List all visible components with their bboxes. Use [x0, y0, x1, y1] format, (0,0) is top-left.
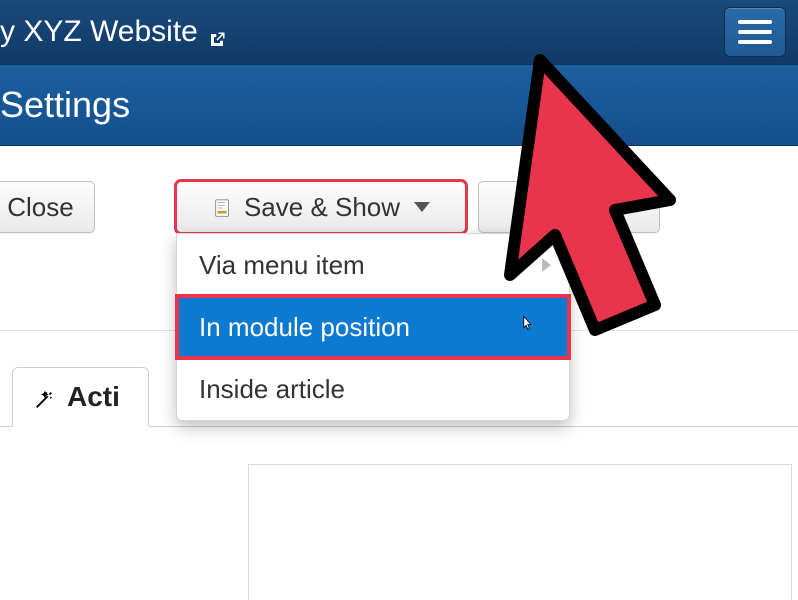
button-label: se [569, 192, 596, 223]
external-link-icon [208, 23, 226, 41]
site-title-link[interactable]: y XYZ Website [0, 15, 226, 49]
chevron-right-icon [542, 258, 551, 272]
dropdown-item-module-position[interactable]: In module position [177, 296, 569, 358]
panel-outline [248, 464, 792, 600]
caret-down-icon [414, 202, 430, 212]
cursor-pointer-icon [519, 315, 535, 340]
top-navbar: y XYZ Website [0, 0, 798, 64]
tab-label: Acti [67, 381, 120, 413]
save-and-close-button[interactable]: e & Close [0, 181, 95, 233]
save-show-dropdown: Via menu item In module position Inside … [176, 233, 570, 421]
button-label: e & Close [0, 192, 74, 223]
hamburger-bar [738, 20, 772, 24]
dropdown-item-via-menu[interactable]: Via menu item [177, 234, 569, 296]
toolbar: e & Close Save & Show se Via menu item I… [0, 146, 798, 266]
hamburger-menu-button[interactable] [724, 7, 786, 57]
page-header: Settings [0, 64, 798, 146]
dropdown-item-label: Via menu item [199, 250, 365, 281]
document-preview-icon [212, 196, 234, 218]
magic-wand-icon [33, 386, 55, 408]
hamburger-bar [738, 40, 772, 44]
page-title: Settings [0, 84, 130, 126]
close-button[interactable]: se [478, 181, 660, 233]
save-and-show-button[interactable]: Save & Show [176, 181, 466, 233]
dropdown-item-inside-article[interactable]: Inside article [177, 358, 569, 420]
tab-actions[interactable]: Acti [12, 367, 149, 427]
hamburger-bar [738, 30, 772, 34]
dropdown-item-label: Inside article [199, 374, 345, 405]
button-label: Save & Show [244, 192, 400, 223]
site-title-text: y XYZ Website [0, 15, 198, 49]
dropdown-item-label: In module position [199, 312, 410, 343]
